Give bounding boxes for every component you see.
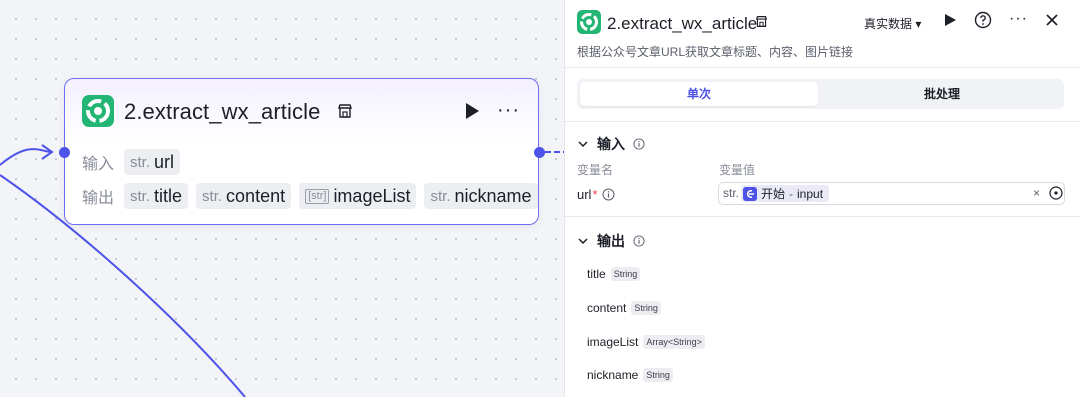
- output-param-tag: [str] imageList: [299, 183, 417, 209]
- url-param-label: url *: [577, 187, 615, 202]
- store-icon: [338, 104, 352, 118]
- panel-title: 2.extract_wx_article: [607, 14, 758, 33]
- column-header-name: 变量名: [577, 163, 614, 177]
- param-type: str.: [430, 187, 451, 205]
- url-value-reference-field[interactable]: str. 开始 - input ×: [718, 182, 1065, 205]
- param-name: title: [154, 185, 183, 206]
- output-param-tag: str. title: [124, 183, 189, 209]
- info-icon[interactable]: [602, 188, 615, 201]
- close-icon[interactable]: [1043, 11, 1061, 29]
- output-section-toggle[interactable]: 输出: [577, 231, 645, 251]
- panel-more-icon[interactable]: ···: [1009, 10, 1028, 28]
- reference-chip[interactable]: 开始 - input: [741, 185, 830, 202]
- param-type: [str]: [305, 188, 330, 204]
- node-config-panel: 2.extract_wx_article 真实数据 ▾ ··· 根据公众号文章U…: [564, 0, 1080, 397]
- output-item: imageList Array<String>: [587, 335, 705, 349]
- clear-icon[interactable]: ×: [1033, 186, 1040, 200]
- output-name: title: [587, 267, 606, 281]
- node-title: 2.extract_wx_article: [124, 99, 321, 124]
- plugin-logo-icon: [577, 10, 601, 34]
- help-icon[interactable]: [974, 11, 992, 29]
- ref-var-name: input: [797, 186, 824, 201]
- output-name: content: [587, 301, 627, 315]
- output-item: nickname String: [587, 368, 673, 382]
- info-icon[interactable]: [633, 138, 645, 150]
- node-more-icon[interactable]: ···: [497, 100, 520, 120]
- section-divider: [565, 121, 1080, 122]
- plugin-logo-icon: [82, 95, 114, 127]
- chevron-down-icon: [578, 238, 588, 245]
- mode-tabs: 单次 批处理: [577, 79, 1064, 109]
- param-name: nickname: [454, 185, 532, 206]
- input-label: 输入: [82, 156, 115, 173]
- ref-type: str.: [723, 186, 740, 200]
- panel-header: 2.extract_wx_article 真实数据 ▾ ··· 根据公众号文章U…: [565, 0, 1080, 68]
- tab-batch[interactable]: 批处理: [823, 82, 1061, 106]
- param-name: imageList: [333, 185, 411, 206]
- input-param-tag: str. url: [124, 149, 181, 175]
- variable-picker-icon[interactable]: [1049, 186, 1063, 200]
- data-source-dropdown[interactable]: 真实数据 ▾: [864, 15, 921, 32]
- incoming-wire: [0, 148, 53, 166]
- panel-description: 根据公众号文章URL获取文章标题、内容、图片链接: [577, 45, 854, 59]
- output-param-tag: str. content: [196, 183, 292, 209]
- param-name: url: [154, 151, 175, 172]
- ref-separator: -: [789, 186, 794, 201]
- node-output-row: 输出 str. title str. content [str] imageLi…: [82, 183, 538, 209]
- output-item: title String: [587, 267, 641, 281]
- chevron-down-icon: [578, 141, 588, 148]
- output-label: 输出: [82, 190, 115, 207]
- input-section-toggle[interactable]: 输入: [577, 134, 645, 154]
- store-icon: [755, 16, 768, 27]
- run-node-icon[interactable]: [463, 102, 481, 120]
- param-name: content: [226, 185, 286, 206]
- output-item: content String: [587, 301, 661, 315]
- param-type: str.: [202, 187, 223, 205]
- incoming-arrowhead: [41, 144, 54, 160]
- node-output-port[interactable]: [534, 147, 545, 158]
- output-type-tag: String: [610, 267, 641, 281]
- param-name: url: [577, 187, 592, 202]
- node-input-port[interactable]: [59, 147, 70, 158]
- start-node-icon: [743, 186, 757, 201]
- node-input-row: 输入 str. url: [82, 149, 181, 175]
- info-icon[interactable]: [633, 235, 645, 247]
- input-section-title: 输入: [597, 136, 625, 152]
- run-icon[interactable]: [943, 13, 957, 27]
- workflow-node-card[interactable]: 2.extract_wx_article ··· 输入 str. url 输出 …: [64, 78, 539, 225]
- column-header-value: 变量值: [719, 163, 756, 177]
- param-type: str.: [130, 153, 151, 171]
- output-name: nickname: [587, 368, 639, 382]
- ref-node-name: 开始: [761, 187, 786, 201]
- required-mark: *: [592, 187, 598, 202]
- output-name: imageList: [587, 335, 639, 349]
- param-type: str.: [130, 187, 151, 205]
- output-section-title: 输出: [597, 233, 625, 249]
- output-type-tag: String: [631, 301, 661, 315]
- output-type-tag: String: [643, 368, 673, 382]
- output-param-tag: str. nickname: [424, 183, 538, 209]
- section-divider: [565, 216, 1080, 217]
- output-type-tag: Array<String>: [643, 335, 705, 349]
- tab-single[interactable]: 单次: [580, 82, 818, 106]
